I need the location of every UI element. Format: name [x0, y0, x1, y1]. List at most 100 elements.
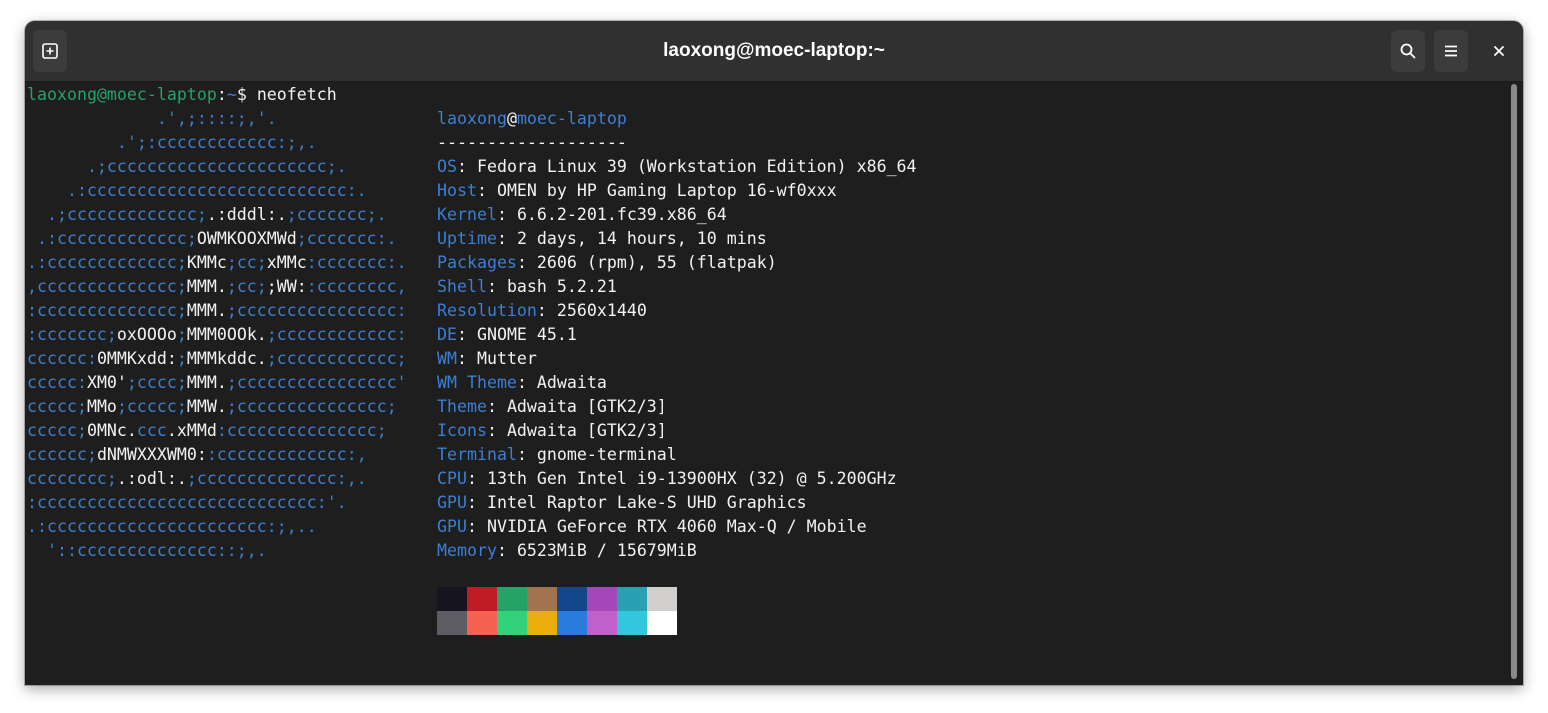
- info-colon: :: [536, 301, 557, 320]
- info-value: Mutter: [476, 349, 537, 368]
- palette-swatch: [557, 611, 587, 635]
- hamburger-menu-icon: [1445, 45, 1457, 57]
- info-colon: :: [486, 421, 507, 440]
- info-value: 6.6.2-201.fc39.x86_64: [516, 205, 727, 224]
- info-value: Adwaita [GTK2/3]: [506, 397, 667, 416]
- info-key: Memory: [437, 541, 497, 560]
- prompt-line: laoxong@moec-laptop:~$ neofetch: [27, 83, 337, 107]
- info-colon: :: [456, 325, 477, 344]
- info-value: 6523MiB / 15679MiB: [516, 541, 697, 560]
- logo-segment: .',;::::;,'.: [27, 109, 277, 128]
- logo-segment: MMMkddc.: [186, 349, 267, 368]
- logo-line: cccccc:0MMKxdd:;MMMkddc.;cccccccccccc;: [27, 347, 407, 371]
- search-button[interactable]: [1391, 30, 1425, 72]
- prompt-user-host: laoxong@moec-laptop: [27, 85, 217, 104]
- prompt-path: ~: [226, 85, 237, 104]
- logo-line: :ccccccc;oxOOOo;MMM0OOk.;cccccccccccc:: [27, 323, 407, 347]
- logo-segment: ccccc;: [27, 397, 87, 416]
- logo-segment: ;cccccccccccc;: [266, 349, 407, 368]
- info-colon: :: [516, 445, 537, 464]
- info-key: GPU: [437, 493, 467, 512]
- logo-segment: ;cc;: [226, 253, 267, 272]
- logo-segment: ,cccccccccccccc;: [27, 277, 187, 296]
- logo-line: .;cccccccccccccccccccccc;.: [27, 155, 347, 179]
- info-row: GPU: NVIDIA GeForce RTX 4060 Max-Q / Mob…: [437, 515, 867, 539]
- info-key: Resolution: [437, 301, 537, 320]
- logo-line: ccccc:XM0';cccc;MMM.;cccccccccccccccc': [27, 371, 407, 395]
- info-colon: :: [516, 253, 537, 272]
- palette-swatch: [497, 611, 527, 635]
- header-bar: laoxong@moec-laptop:~: [25, 21, 1523, 82]
- prompt-symbol: $: [236, 85, 257, 104]
- info-colon: :: [466, 493, 487, 512]
- logo-segment: MMW.: [186, 397, 227, 416]
- info-row: Host: OMEN by HP Gaming Laptop 16-wf0xxx: [437, 179, 837, 203]
- info-value: NVIDIA GeForce RTX 4060 Max-Q / Mobile: [486, 517, 867, 536]
- logo-segment: MMM.: [186, 301, 227, 320]
- info-row: Packages: 2606 (rpm), 55 (flatpak): [437, 251, 777, 275]
- info-user: laoxong: [437, 109, 507, 128]
- logo-segment: cccccc;: [27, 445, 97, 464]
- logo-segment: ;: [176, 325, 187, 344]
- logo-segment: .:ccccccccccccc;: [27, 253, 187, 272]
- info-key: OS: [437, 157, 457, 176]
- info-row: CPU: 13th Gen Intel i9-13900HX (32) @ 5.…: [437, 467, 897, 491]
- info-key: GPU: [437, 517, 467, 536]
- logo-line: ccccc;MMo;ccccc;MMW.;ccccccccccccccc;: [27, 395, 397, 419]
- close-button[interactable]: [1486, 38, 1512, 64]
- palette-swatch: [617, 611, 647, 635]
- logo-segment: .:odl:.: [116, 469, 187, 488]
- info-key: Host: [437, 181, 477, 200]
- info-colon: :: [496, 229, 517, 248]
- logo-segment: MMM.: [186, 277, 227, 296]
- info-colon: :: [476, 181, 497, 200]
- logo-segment: .:dddl:.: [206, 205, 287, 224]
- info-host: moec-laptop: [516, 109, 627, 128]
- info-row: GPU: Intel Raptor Lake-S UHD Graphics: [437, 491, 807, 515]
- info-value: Adwaita [GTK2/3]: [506, 421, 667, 440]
- palette-swatch: [527, 587, 557, 611]
- terminal-output[interactable]: laoxong@moec-laptop:~$ neofetch .',;::::…: [25, 82, 1505, 685]
- palette-swatch: [557, 587, 587, 611]
- info-colon: :: [466, 517, 487, 536]
- info-value: OMEN by HP Gaming Laptop 16-wf0xxx: [496, 181, 837, 200]
- logo-line: ccccc;0MNc.ccc.xMMd:ccccccccccccccc;: [27, 419, 387, 443]
- info-key: CPU: [437, 469, 467, 488]
- logo-segment: MMM.: [186, 373, 227, 392]
- menu-button[interactable]: [1434, 30, 1468, 72]
- info-value: Adwaita: [536, 373, 607, 392]
- logo-line: .;ccccccccccccc;.:dddl:.;ccccccc;.: [27, 203, 387, 227]
- logo-segment: MMo: [86, 397, 117, 416]
- palette-swatch: [647, 587, 677, 611]
- info-row: Memory: 6523MiB / 15679MiB: [437, 539, 697, 563]
- logo-segment: ;WW:: [266, 277, 307, 296]
- prompt-separator: :: [216, 85, 227, 104]
- scrollbar[interactable]: [1509, 84, 1519, 681]
- info-row: WM: Mutter: [437, 347, 537, 371]
- logo-segment: :cccccccccccccccccccccccccccc:'.: [27, 493, 347, 512]
- logo-segment: ccc: [136, 421, 167, 440]
- logo-segment: ;cccccccccccccccc:: [226, 301, 407, 320]
- info-key: Theme: [437, 397, 487, 416]
- logo-line: .:cccccccccccccccccccccccccc:.: [27, 179, 367, 203]
- logo-segment: :ccccccccccccc:,: [206, 445, 367, 464]
- info-key: Kernel: [437, 205, 497, 224]
- info-value: 2 days, 14 hours, 10 mins: [516, 229, 767, 248]
- logo-segment: xMMc: [266, 253, 307, 272]
- info-value: 2560x1440: [556, 301, 647, 320]
- scrollbar-thumb[interactable]: [1511, 84, 1517, 679]
- info-value: Intel Raptor Lake-S UHD Graphics: [486, 493, 807, 512]
- info-row: WM Theme: Adwaita: [437, 371, 607, 395]
- logo-line: ,cccccccccccccc;MMM.;cc;;WW::cccccccc,: [27, 275, 407, 299]
- logo-line: .:ccccccccccccc;OWMKOOXMWd;ccccccc:.: [27, 227, 397, 251]
- info-colon: :: [456, 157, 477, 176]
- logo-segment: oxOOOo: [116, 325, 177, 344]
- logo-segment: ;cccc;: [126, 373, 187, 392]
- palette-swatch: [497, 587, 527, 611]
- logo-segment: .:ccccccccccccc;: [27, 229, 197, 248]
- logo-segment: :cccccccc,: [306, 277, 407, 296]
- logo-segment: XM0': [86, 373, 127, 392]
- search-icon: [1400, 43, 1416, 59]
- logo-segment: ;ccccccccccccccc;: [226, 397, 397, 416]
- palette-swatch: [647, 611, 677, 635]
